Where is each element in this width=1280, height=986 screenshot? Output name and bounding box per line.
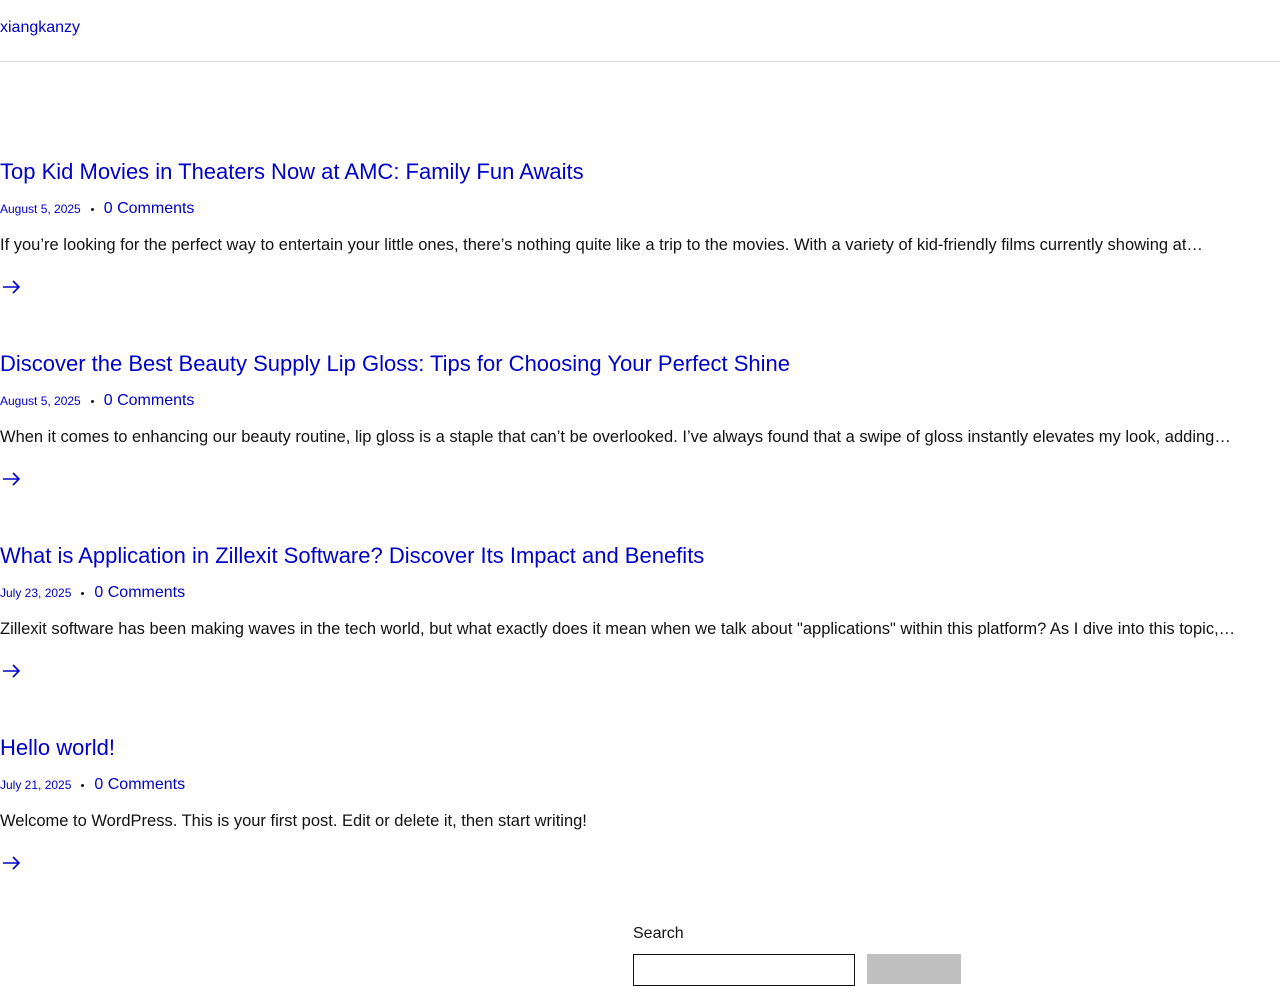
arrow-right-icon	[3, 664, 21, 678]
post-comments-link[interactable]: 0 Comments	[94, 583, 185, 603]
post-meta: July 21, 2025 0 Comments	[0, 775, 185, 795]
post-date-link[interactable]: August 5, 2025	[0, 199, 81, 219]
arrow-right-icon	[3, 472, 21, 486]
meta-separator-dot	[81, 591, 85, 595]
meta-separator-dot	[90, 399, 94, 403]
meta-separator-dot	[81, 783, 85, 787]
post-date-link[interactable]: July 21, 2025	[0, 775, 71, 795]
post-title-link[interactable]: What is Application in Zillexit Software…	[0, 543, 704, 569]
search-label: Search	[633, 925, 684, 942]
post-date-link[interactable]: July 23, 2025	[0, 583, 71, 603]
search-button[interactable]	[867, 954, 961, 984]
meta-separator-dot	[90, 207, 94, 211]
post-title-link[interactable]: Hello world!	[0, 735, 115, 761]
post-meta: July 23, 2025 0 Comments	[0, 583, 185, 603]
site-title-link[interactable]: xiangkanzy	[0, 19, 80, 37]
post-meta: August 5, 2025 0 Comments	[0, 391, 194, 411]
post-comments-link[interactable]: 0 Comments	[94, 775, 185, 795]
arrow-right-icon	[3, 856, 21, 870]
site-header: xiangkanzy	[0, 0, 1280, 62]
post-excerpt: Zillexit software has been making waves …	[0, 620, 1236, 638]
read-more-arrow-icon[interactable]	[0, 275, 24, 299]
post-meta: August 5, 2025 0 Comments	[0, 199, 194, 219]
post-comments-link[interactable]: 0 Comments	[104, 391, 195, 411]
arrow-right-icon	[3, 280, 21, 294]
search-input[interactable]	[633, 954, 855, 986]
post-excerpt: When it comes to enhancing our beauty ro…	[0, 428, 1231, 446]
post-comments-link[interactable]: 0 Comments	[104, 199, 195, 219]
post-excerpt: If you’re looking for the perfect way to…	[0, 236, 1203, 254]
post-excerpt: Welcome to WordPress. This is your first…	[0, 812, 587, 830]
post-date-link[interactable]: August 5, 2025	[0, 391, 81, 411]
read-more-arrow-icon[interactable]	[0, 851, 24, 875]
post-title-link[interactable]: Top Kid Movies in Theaters Now at AMC: F…	[0, 159, 584, 185]
read-more-arrow-icon[interactable]	[0, 467, 24, 491]
post-title-link[interactable]: Discover the Best Beauty Supply Lip Glos…	[0, 351, 790, 377]
read-more-arrow-icon[interactable]	[0, 659, 24, 683]
